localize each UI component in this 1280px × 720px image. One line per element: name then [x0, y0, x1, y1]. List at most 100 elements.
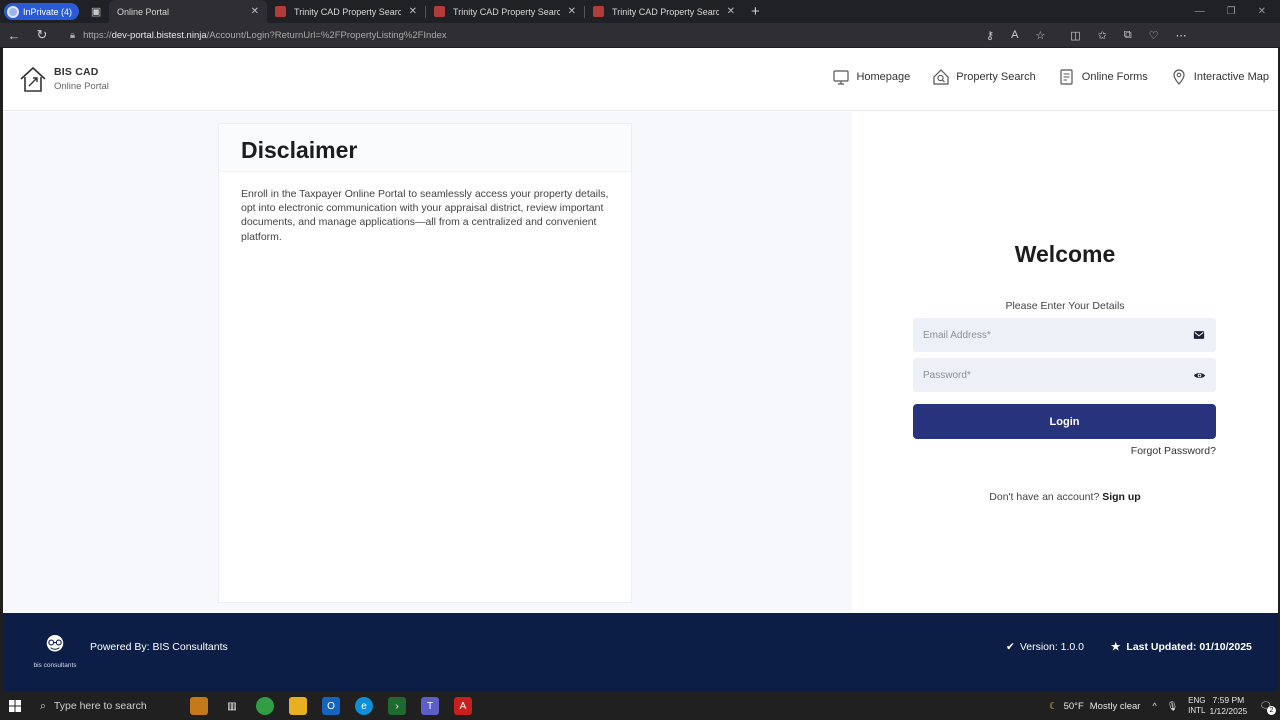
tab-close-icon[interactable]: ✕: [568, 6, 576, 17]
site-favicon-icon: [593, 6, 605, 17]
restore-icon[interactable]: ❐: [1227, 6, 1236, 17]
notification-center[interactable]: 🗨︎ 2: [1259, 701, 1276, 715]
taskbar-search-placeholder: Type here to search: [53, 700, 147, 712]
welcome-heading: Welcome: [1014, 241, 1116, 267]
taskbar-search[interactable]: ⌕ Type here to search: [30, 692, 180, 720]
brand-text: BIS CAD Online Portal: [54, 66, 109, 92]
browser-toolbar: ◫ ✩ ⧉ ♡ ⋯: [1070, 29, 1186, 42]
password-input[interactable]: [923, 369, 1192, 381]
login-panel: Welcome Please Enter Your Details Login …: [852, 112, 1278, 613]
edge-icon[interactable]: e: [355, 697, 373, 715]
start-button[interactable]: [0, 700, 30, 712]
star-icon: ★: [1111, 641, 1121, 653]
microphone-icon[interactable]: 🎙︎: [1167, 701, 1178, 712]
pinned-apps: ▥ O e › T A: [190, 697, 472, 715]
tab-title: Trinity CAD Property Search: [612, 6, 719, 17]
footer-logo-caption: bis consultants: [33, 662, 77, 669]
file-explorer-icon[interactable]: [289, 697, 307, 715]
split-screen-icon[interactable]: ◫: [1070, 29, 1080, 42]
monitor-icon: [833, 70, 850, 85]
back-icon[interactable]: ←: [0, 28, 28, 43]
nav-label: Property Search: [956, 71, 1036, 83]
brand-title: BIS CAD: [54, 66, 99, 78]
address-toolbar: ← ↻ 🔒︎ https://dev-portal.bistest.ninja/…: [0, 23, 1280, 47]
version-info: ✔ Version: 1.0.0: [1006, 641, 1084, 653]
clock-date: 1/12/2025: [1209, 706, 1248, 716]
tab-title: Trinity CAD Property Search: [453, 6, 560, 17]
browser-essentials-icon[interactable]: ♡: [1149, 29, 1159, 42]
moon-cloud-icon: ☾: [1049, 700, 1058, 712]
briefcase-app-icon[interactable]: [190, 697, 208, 715]
url-prefix: https://: [83, 29, 112, 41]
site-favicon-icon: [434, 6, 446, 17]
password-field-wrapper: [913, 358, 1216, 392]
tab-close-icon[interactable]: ✕: [409, 6, 417, 17]
eye-icon[interactable]: [1192, 368, 1206, 382]
inprivate-badge[interactable]: InPrivate (4): [4, 3, 80, 20]
chrome-icon[interactable]: [256, 697, 274, 715]
teams-icon[interactable]: T: [421, 697, 439, 715]
main-nav: Homepage Property Search Online Forms In…: [832, 68, 1269, 86]
favorite-star-icon[interactable]: ☆: [1035, 29, 1045, 42]
tab-actions-icon[interactable]: ▣: [83, 0, 109, 23]
favorites-icon[interactable]: ✩: [1098, 29, 1107, 42]
site-logo[interactable]: BIS CAD Online Portal: [18, 64, 109, 94]
refresh-icon[interactable]: ↻: [28, 27, 56, 43]
window-controls: — ❐ ✕: [1195, 6, 1266, 17]
disclaimer-card: Disclaimer Enroll in the Taxpayer Online…: [218, 123, 632, 603]
site-favicon-icon: [275, 6, 287, 17]
nav-online-forms[interactable]: Online Forms: [1058, 68, 1148, 86]
read-aloud-icon[interactable]: A: [1011, 29, 1018, 42]
signup-link[interactable]: Sign up: [1102, 491, 1141, 503]
weather-widget[interactable]: ☾ 50°F Mostly clear: [1049, 701, 1140, 712]
taskbar-clock[interactable]: 7:59 PM 1/12/2025: [1209, 695, 1247, 717]
url-field[interactable]: 🔒︎ https://dev-portal.bistest.ninja/Acco…: [66, 26, 1056, 45]
nav-property-search[interactable]: Property Search: [932, 68, 1036, 86]
nav-homepage[interactable]: Homepage: [832, 68, 910, 86]
login-button[interactable]: Login: [913, 404, 1216, 439]
new-tab-icon[interactable]: +: [751, 3, 760, 20]
more-menu-icon[interactable]: ⋯: [1176, 29, 1187, 42]
email-input[interactable]: [923, 329, 1192, 341]
nav-label: Online Forms: [1081, 71, 1148, 83]
weather-temp: 50°F: [1063, 700, 1084, 712]
lang-top: ENG: [1188, 696, 1206, 705]
browser-tab-property-search-1[interactable]: Trinity CAD Property Search ✕: [267, 0, 425, 23]
browser-tab-online-portal[interactable]: Online Portal ✕: [109, 0, 268, 59]
lock-icon[interactable]: 🔒︎: [70, 30, 75, 41]
chevron-up-icon[interactable]: ^: [1152, 701, 1156, 711]
version-text: Version: 1.0.0: [1019, 641, 1085, 653]
task-view-icon[interactable]: ▥: [223, 697, 241, 715]
signup-row: Don't have an account? Sign up: [852, 491, 1278, 503]
browser-tab-property-search-3[interactable]: Trinity CAD Property Search ✕: [585, 0, 743, 23]
clock-time: 7:59 PM: [1212, 695, 1245, 705]
language-indicator[interactable]: ENG INTL: [1188, 696, 1205, 716]
collections-icon[interactable]: ⧉: [1124, 29, 1132, 42]
acrobat-icon[interactable]: A: [454, 697, 472, 715]
outlook-icon[interactable]: O: [322, 697, 340, 715]
notification-count: 2: [1267, 705, 1276, 715]
powered-by-text: Powered By: BIS Consultants: [90, 641, 228, 653]
url-actions: ⚷ A ☆: [986, 29, 1045, 42]
minimize-icon[interactable]: —: [1195, 6, 1205, 17]
search-icon: ⌕: [40, 699, 46, 712]
close-window-icon[interactable]: ✕: [1258, 6, 1266, 17]
terminal-icon[interactable]: ›: [388, 697, 406, 715]
tab-close-icon[interactable]: ✕: [727, 6, 735, 17]
last-updated-info: ★ Last Updated: 01/10/2025: [1111, 641, 1252, 653]
email-field-wrapper: [913, 318, 1216, 352]
tab-title: Trinity CAD Property Search: [294, 6, 401, 17]
weather-description: Mostly clear: [1089, 700, 1141, 712]
browser-tab-property-search-2[interactable]: Trinity CAD Property Search ✕: [426, 0, 584, 23]
tab-close-icon[interactable]: ✕: [251, 6, 259, 17]
key-icon[interactable]: ⚷: [986, 29, 994, 42]
nav-label: Interactive Map: [1193, 71, 1269, 83]
signup-prompt: Don't have an account?: [989, 491, 1100, 503]
nav-interactive-map[interactable]: Interactive Map: [1170, 68, 1269, 86]
nav-label: Homepage: [856, 71, 911, 83]
forgot-password-link[interactable]: Forgot Password?: [1131, 445, 1216, 457]
url-host: dev-portal.bistest.ninja: [111, 29, 207, 41]
disclaimer-body: Enroll in the Taxpayer Online Portal to …: [241, 188, 609, 243]
browser-tab-bar: InPrivate (4) ▣ Online Portal ✕ Trinity …: [0, 0, 1280, 59]
check-icon: ✔: [1006, 641, 1015, 653]
